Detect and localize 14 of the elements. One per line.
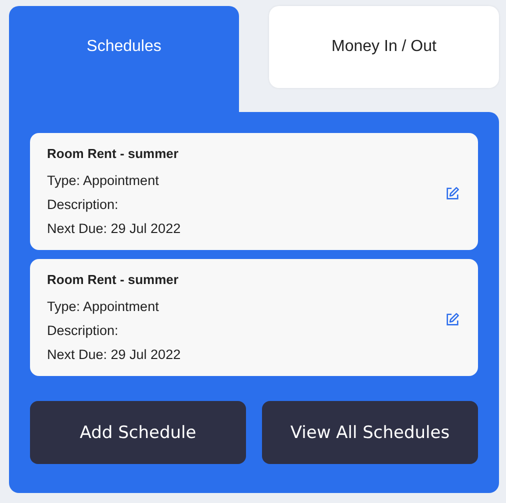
schedule-type: Type: Appointment — [47, 298, 159, 316]
schedule-description: Description: — [47, 322, 118, 340]
tab[interactable]: Money In / Out — [269, 6, 499, 88]
schedule-title: Room Rent - summer — [47, 145, 178, 163]
action-button[interactable]: View All Schedules — [262, 401, 478, 464]
schedule-next-due: Next Due: 29 Jul 2022 — [47, 220, 181, 238]
schedule-next-due: Next Due: 29 Jul 2022 — [47, 346, 181, 364]
schedule-description: Description: — [47, 196, 118, 214]
edit-icon[interactable] — [445, 312, 460, 326]
schedule-type: Type: Appointment — [47, 172, 159, 190]
edit-icon[interactable] — [445, 186, 460, 200]
action-button[interactable]: Add Schedule — [30, 401, 246, 464]
tab[interactable]: Schedules — [9, 6, 239, 112]
schedule-title: Room Rent - summer — [47, 271, 178, 289]
